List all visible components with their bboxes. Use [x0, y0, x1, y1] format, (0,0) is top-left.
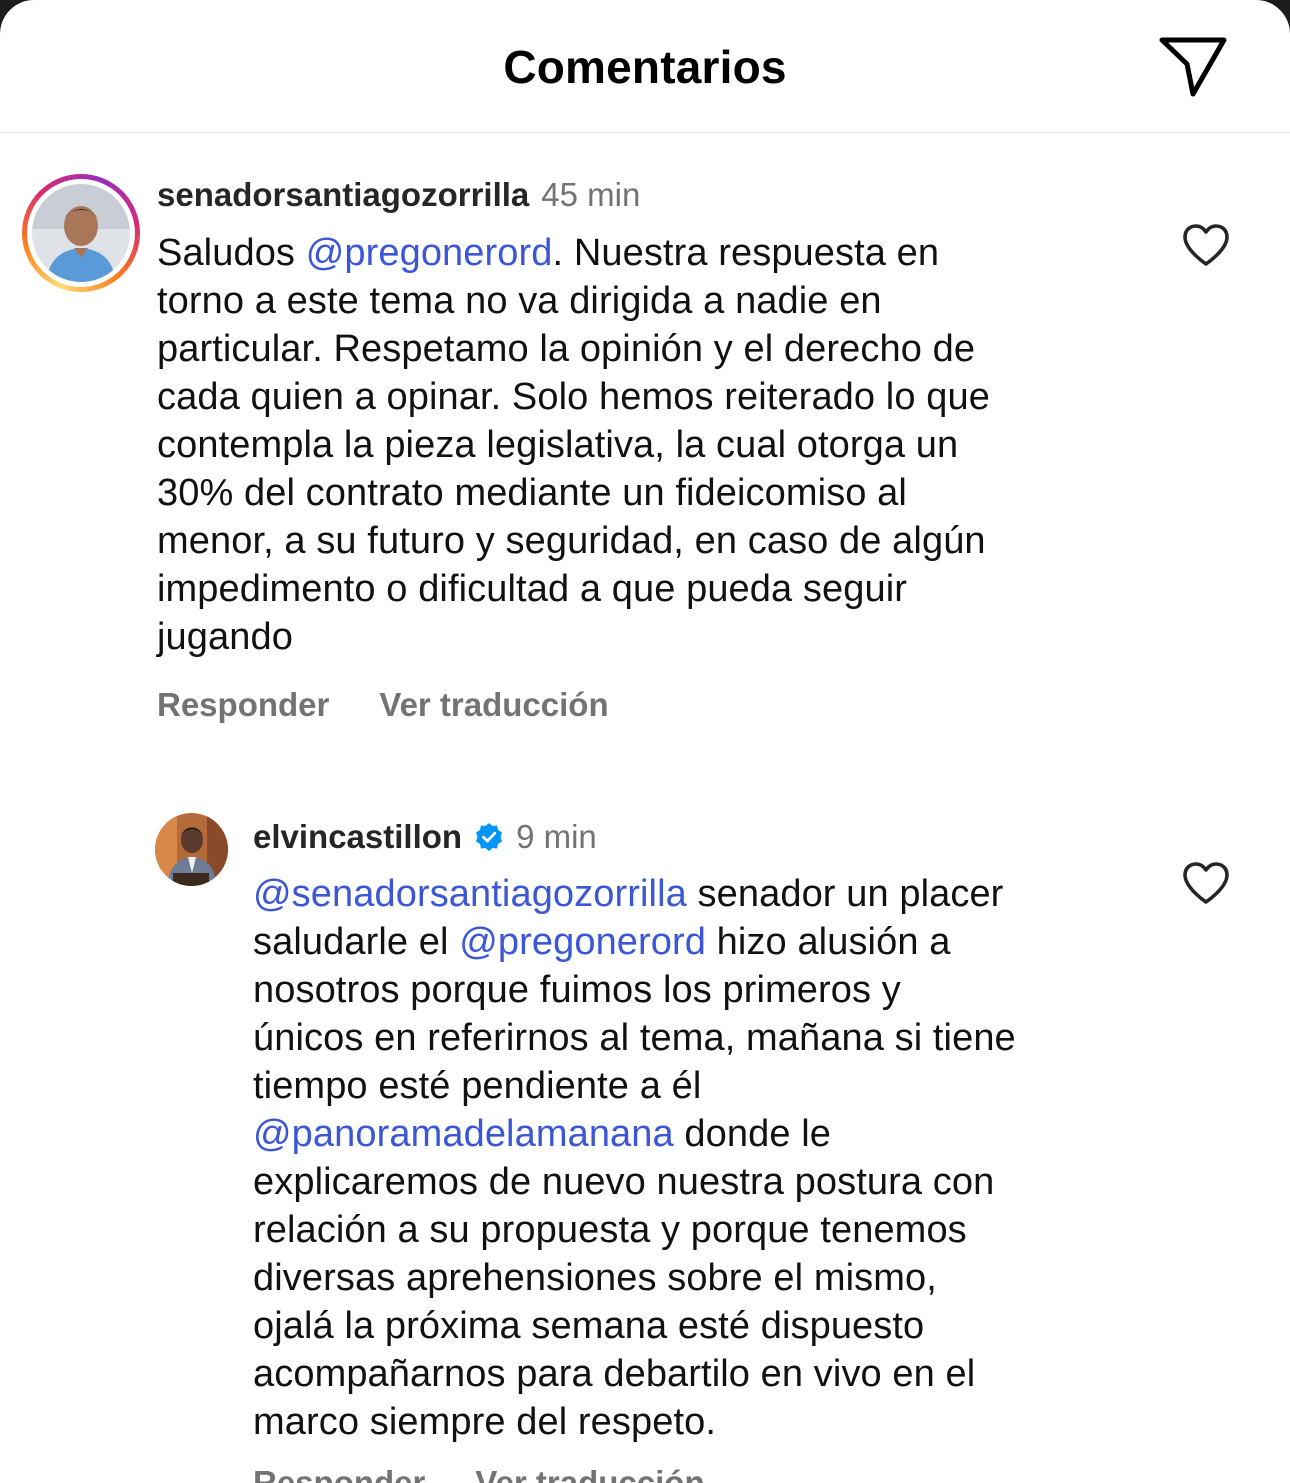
comment-text-line: 30% del contrato mediante un fideicomiso…: [157, 472, 907, 514]
username[interactable]: elvincastillon: [253, 818, 462, 856]
translate-button[interactable]: Ver traducción: [379, 686, 608, 723]
comment-text-line: únicos en referirnos al tema, mañana si …: [253, 1017, 1016, 1059]
avatar[interactable]: [155, 813, 228, 886]
comment-actions: Responder Ver traducción: [253, 1464, 705, 1483]
comment-time: 45 min: [541, 176, 641, 213]
verified-badge-icon: [474, 822, 504, 852]
comment-text-line: particular. Respetamo la opinión y el de…: [157, 328, 976, 370]
username[interactable]: senadorsantiagozorrilla: [157, 176, 529, 214]
comment-text-line: nosotros porque fuimos los primeros y: [253, 969, 901, 1011]
comment-text-line: diversas aprehensiones sobre el mismo,: [253, 1257, 937, 1299]
story-ring[interactable]: [22, 174, 140, 292]
comment-text-line: contempla la pieza legislativa, la cual …: [157, 424, 959, 466]
comment-text-line: impedimento o dificultad a que pueda seg…: [157, 568, 908, 610]
heart-icon[interactable]: [1181, 222, 1231, 268]
send-icon[interactable]: [1158, 34, 1228, 98]
comments-header: Comentarios: [0, 0, 1290, 133]
comment-text-line: torno a este tema no va dirigida a nadie…: [157, 280, 882, 322]
comment-time: 9 min: [516, 818, 597, 855]
comment-actions: Responder Ver traducción: [157, 686, 609, 724]
comment-meta: elvincastillon 9 min: [253, 818, 597, 856]
avatar: [32, 184, 130, 282]
comment-text-line: @senadorsantiagozorrilla senador un plac…: [253, 873, 1004, 915]
comment-text-line: relación a su propuesta y porque tenemos: [253, 1209, 967, 1251]
heart-icon[interactable]: [1181, 860, 1231, 906]
comment-text-line: saludarle el @pregonerord hizo alusión a: [253, 921, 951, 963]
comment-text-line: menor, a su futuro y seguridad, en caso …: [157, 520, 986, 562]
reply-button[interactable]: Responder: [253, 1464, 425, 1483]
comment-text-line: acompañarnos para debartilo en vivo en e…: [253, 1353, 976, 1395]
reply-button[interactable]: Responder: [157, 686, 329, 723]
comment-text-line: cada quien a opinar. Solo hemos reiterad…: [157, 376, 990, 418]
mention-link[interactable]: @pregonerord: [306, 232, 553, 274]
comment-text-line: Saludos @pregonerord. Nuestra respuesta …: [157, 232, 940, 274]
comment-text-line: ojalá la próxima semana esté dispuesto: [253, 1305, 925, 1347]
comment-text-line: @panoramadelamanana donde le: [253, 1113, 832, 1155]
comment-text-line: explicaremos de nuevo nuestra postura co…: [253, 1161, 995, 1203]
comment-text-line: jugando: [157, 616, 293, 658]
mention-link[interactable]: @pregonerord: [459, 921, 706, 963]
comment-text-line: marco siempre del respeto.: [253, 1401, 717, 1443]
translate-button[interactable]: Ver traducción: [475, 1464, 704, 1483]
comments-sheet: Comentarios senadorsantiagozorrilla 45 m…: [0, 0, 1290, 1483]
comment-text: @senadorsantiagozorrilla senador un plac…: [253, 870, 1016, 1446]
mention-link[interactable]: @panoramadelamanana: [253, 1113, 674, 1155]
mention-link[interactable]: @senadorsantiagozorrilla: [253, 873, 687, 915]
comment-meta: senadorsantiagozorrilla 45 min: [157, 176, 640, 214]
comment-text-line: tiempo esté pendiente a él: [253, 1065, 702, 1107]
comment-text: Saludos @pregonerord. Nuestra respuesta …: [157, 229, 990, 661]
page-title: Comentarios: [503, 41, 787, 93]
